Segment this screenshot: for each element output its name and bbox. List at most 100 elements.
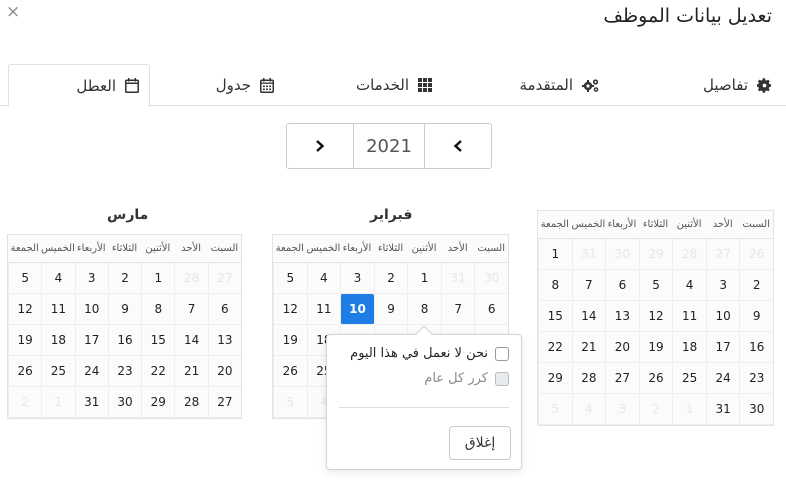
day-cell[interactable]: 11 [41, 294, 75, 325]
not-working-checkbox[interactable] [495, 346, 509, 361]
tab-advanced[interactable]: المتقدمة [520, 64, 600, 106]
day-cell[interactable]: 4 [41, 263, 75, 294]
day-cell[interactable]: 22 [141, 356, 175, 387]
next-year-button[interactable] [287, 124, 353, 168]
day-cell[interactable]: 31 [705, 394, 740, 425]
tab-holidays[interactable]: العطل [8, 64, 150, 107]
day-cell[interactable]: 14 [174, 325, 208, 356]
day-cell[interactable]: 5 [273, 263, 307, 294]
day-cell[interactable]: 30 [739, 394, 773, 425]
day-cell[interactable]: 8 [141, 294, 175, 325]
day-cell[interactable]: 23 [107, 356, 142, 387]
day-cell[interactable]: 6 [207, 294, 241, 325]
day-cell[interactable]: 26 [638, 363, 673, 394]
day-cell[interactable]: 7 [174, 294, 208, 325]
day-cell[interactable]: 1 [141, 263, 175, 294]
day-cell[interactable]: 24 [705, 363, 740, 394]
day-cell[interactable]: 17 [705, 332, 740, 363]
day-cell[interactable]: 20 [605, 332, 639, 363]
day-cell[interactable]: 26 [273, 356, 307, 387]
day-cell[interactable]: 4 [306, 263, 341, 294]
day-cell[interactable]: 18 [41, 325, 75, 356]
day-cell[interactable]: 3 [705, 270, 740, 301]
other-month-day-cell: 1 [41, 387, 75, 418]
tab-services[interactable]: الخدمات [356, 64, 432, 106]
day-cell[interactable]: 1 [407, 263, 441, 294]
day-cell[interactable]: 12 [638, 301, 673, 332]
day-cell[interactable]: 19 [273, 325, 307, 356]
day-cell[interactable]: 6 [474, 294, 508, 325]
day-cell[interactable]: 5 [638, 270, 673, 301]
selected-day-cell[interactable]: 10 [340, 294, 374, 325]
day-cell[interactable]: 28 [571, 363, 606, 394]
gears-icon [582, 78, 600, 93]
day-cell[interactable]: 29 [141, 387, 175, 418]
day-cell[interactable]: 16 [739, 332, 773, 363]
day-cell[interactable]: 17 [74, 325, 108, 356]
day-cell[interactable]: 31 [74, 387, 108, 418]
day-cell[interactable]: 5 [8, 263, 42, 294]
tab-schedule[interactable]: جدول [216, 64, 274, 106]
day-cell[interactable]: 9 [739, 301, 773, 332]
day-cell[interactable]: 15 [141, 325, 175, 356]
other-month-day-cell: 2 [8, 387, 42, 418]
day-cell[interactable]: 1 [538, 239, 572, 270]
day-cell[interactable]: 3 [340, 263, 374, 294]
tab-details[interactable]: تفاصيل [703, 64, 772, 106]
not-working-option[interactable]: نحن لا نعمل في هذا اليوم [350, 346, 509, 361]
day-cell[interactable]: 10 [705, 301, 740, 332]
day-cell[interactable]: 25 [672, 363, 706, 394]
day-cell[interactable]: 2 [739, 270, 773, 301]
day-cell[interactable]: 11 [306, 294, 341, 325]
day-cell[interactable]: 23 [739, 363, 773, 394]
day-cell[interactable]: 28 [174, 387, 208, 418]
day-cell[interactable]: 7 [440, 294, 475, 325]
other-month-day-cell: 31 [571, 239, 606, 270]
day-cell[interactable]: 29 [538, 363, 572, 394]
weekday-header: الأربعاء [74, 235, 108, 263]
repeat-yearly-checkbox [495, 371, 509, 386]
other-month-day-cell: 27 [705, 239, 740, 270]
day-cell[interactable]: 19 [638, 332, 673, 363]
day-cell[interactable]: 3 [74, 263, 108, 294]
day-cell[interactable]: 8 [538, 270, 572, 301]
day-cell[interactable]: 8 [407, 294, 441, 325]
day-cell[interactable]: 13 [207, 325, 241, 356]
day-cell[interactable]: 26 [8, 356, 42, 387]
day-cell[interactable]: 14 [571, 301, 606, 332]
other-month-day-cell: 4 [571, 394, 606, 425]
day-cell[interactable]: 22 [538, 332, 572, 363]
day-cell[interactable]: 27 [207, 387, 241, 418]
day-cell[interactable]: 25 [41, 356, 75, 387]
day-cell[interactable]: 21 [571, 332, 606, 363]
day-cell[interactable]: 20 [207, 356, 241, 387]
prev-year-button[interactable] [425, 124, 491, 168]
day-cell[interactable]: 12 [273, 294, 307, 325]
close-button[interactable]: إغلاق [449, 426, 511, 460]
day-cell[interactable]: 6 [605, 270, 639, 301]
day-cell[interactable]: 9 [107, 294, 142, 325]
day-cell[interactable]: 15 [538, 301, 572, 332]
day-cell[interactable]: 30 [107, 387, 142, 418]
day-cell[interactable]: 11 [672, 301, 706, 332]
day-cell[interactable]: 9 [373, 294, 408, 325]
day-cell[interactable]: 2 [107, 263, 142, 294]
tab-services-label: الخدمات [355, 76, 409, 94]
day-cell[interactable]: 18 [672, 332, 706, 363]
day-cell[interactable]: 10 [74, 294, 108, 325]
close-icon[interactable]: × [6, 2, 20, 22]
day-cell[interactable]: 13 [605, 301, 639, 332]
day-cell[interactable]: 27 [605, 363, 639, 394]
popover-divider [339, 407, 509, 408]
day-cell[interactable]: 21 [174, 356, 208, 387]
day-cell[interactable]: 16 [107, 325, 142, 356]
day-cell[interactable]: 2 [373, 263, 408, 294]
day-cell[interactable]: 12 [8, 294, 42, 325]
day-cell[interactable]: 24 [74, 356, 108, 387]
weekday-header: الخميس [306, 235, 341, 263]
day-cell[interactable]: 19 [8, 325, 42, 356]
day-cell[interactable]: 4 [672, 270, 706, 301]
day-cell[interactable]: 7 [571, 270, 606, 301]
weekday-header: الخميس [41, 235, 75, 263]
calendar-icon [125, 78, 139, 93]
